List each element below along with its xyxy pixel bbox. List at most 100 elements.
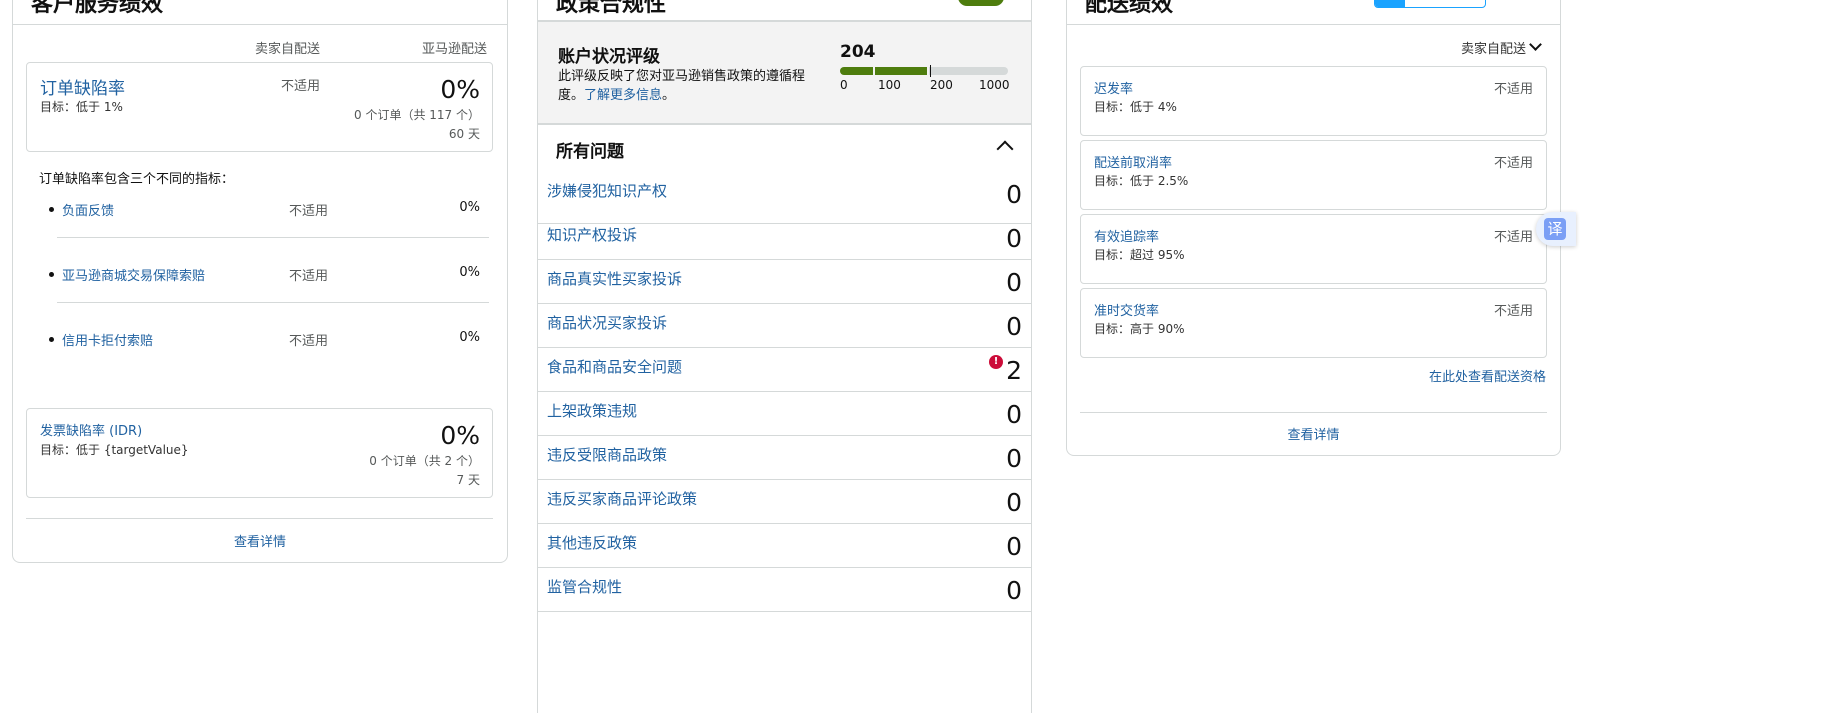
dropdown-value: 卖家自配送 — [1460, 42, 1526, 57]
odr-order-count: 0 个订单（共 117 个） — [354, 108, 480, 122]
issue-row[interactable]: 上架政策违规 0 — [538, 392, 1031, 436]
odr-amazon-value: 0% — [440, 75, 480, 104]
panel-title: 配送绩效 — [1085, 0, 1174, 17]
tick-label: 100 — [878, 78, 901, 92]
list-item: 亚马逊商城交易保障索赔 不适用 0% — [48, 265, 494, 285]
issue-label[interactable]: 知识产权投诉 — [547, 224, 637, 245]
ahr-description: 此评级反映了您对亚马逊销售政策的遵循程度。了解更多信息。 — [558, 67, 818, 105]
panel-header: 客户服务绩效 — [13, 0, 507, 25]
odr-target: 目标：低于 1% — [40, 100, 123, 114]
metric-target: 目标：高于 90% — [1094, 322, 1185, 336]
view-details-link[interactable]: 查看详情 — [13, 531, 507, 550]
issue-row[interactable]: 知识产权投诉 0 — [538, 216, 1031, 260]
order-defect-rate-link[interactable]: 订单缺陷率 — [40, 74, 125, 99]
shipping-performance-panel: 配送绩效 卖家自配送 迟发率 目标：低于 4% 不适用 配送前取消率 目标：低于… — [1066, 0, 1561, 456]
chargeback-claims-link[interactable]: 信用卡拒付索赔 — [48, 330, 153, 349]
learn-more-link[interactable]: 了解更多信息 — [584, 88, 662, 103]
issue-count: 0 — [1006, 268, 1022, 297]
issue-label[interactable]: 上架政策违规 — [547, 400, 637, 421]
chevron-down-icon — [1529, 38, 1542, 51]
issue-count: 0 — [1006, 224, 1022, 253]
a-to-z-claims-link[interactable]: 亚马逊商城交易保障索赔 — [48, 265, 205, 284]
metric-seller-value: 不适用 — [289, 269, 329, 284]
odr-period: 60 天 — [448, 127, 480, 141]
issue-row[interactable]: 违反买家商品评论政策 0 — [538, 480, 1031, 524]
negative-feedback-link[interactable]: 负面反馈 — [48, 200, 114, 219]
fulfillment-dropdown[interactable]: 卖家自配送 — [1460, 38, 1542, 57]
metric-value: 不适用 — [1493, 304, 1533, 319]
odr-seller-value: 不适用 — [281, 79, 321, 94]
valid-tracking-card: 有效追踪率 目标：超过 95% 不适用 — [1080, 214, 1547, 284]
on-time-delivery-rate-link[interactable]: 准时交货率 — [1094, 300, 1159, 319]
ahr-rating-bar — [840, 65, 1008, 77]
late-shipment-rate-link[interactable]: 迟发率 — [1094, 78, 1133, 97]
panel-title: 政策合规性 — [556, 0, 667, 17]
metric-target: 目标：低于 2.5% — [1094, 174, 1189, 188]
tick-label: 1000 — [979, 78, 1010, 92]
idr-value: 0% — [440, 421, 480, 450]
issue-row[interactable]: 食品和商品安全问题 ! 2 — [538, 348, 1031, 392]
alert-icon: ! — [989, 355, 1003, 369]
toggle-switch[interactable] — [1374, 0, 1486, 8]
issue-row[interactable]: 商品真实性买家投诉 0 — [538, 260, 1031, 304]
odr-intro-text: 订单缺陷率包含三个不同的指标： — [39, 172, 235, 187]
ahr-score: 204 — [840, 42, 876, 62]
issue-row[interactable]: 其他违反政策 0 — [538, 524, 1031, 568]
customer-service-panel: 客户服务绩效 卖家自配送 亚马逊配送 订单缺陷率 目标：低于 1% 不适用 0%… — [12, 0, 508, 563]
shipping-eligibility-link[interactable]: 在此处查看配送资格 — [1429, 366, 1546, 385]
issue-label[interactable]: 食品和商品安全问题 — [547, 356, 682, 377]
issue-label[interactable]: 涉嫌侵犯知识产权 — [547, 180, 667, 201]
view-details-link[interactable]: 查看详情 — [1067, 424, 1560, 443]
policy-compliance-panel: 政策合规性 账户状况评级 此评级反映了您对亚马逊销售政策的遵循程度。了解更多信息… — [537, 0, 1032, 713]
all-issues-header[interactable]: 所有问题 — [538, 125, 1031, 169]
issue-row[interactable]: 违反受限商品政策 0 — [538, 436, 1031, 480]
issue-label[interactable]: 监管合规性 — [547, 576, 622, 597]
divider — [26, 518, 493, 519]
list-item: 负面反馈 不适用 0% — [48, 200, 494, 220]
list-item: 信用卡拒付索赔 不适用 0% — [48, 330, 494, 350]
issue-count: 0 — [1006, 312, 1022, 341]
issue-label[interactable]: 商品状况买家投诉 — [547, 312, 667, 333]
ahr-description-suffix: 。 — [662, 88, 676, 103]
metric-value: 不适用 — [1493, 82, 1533, 97]
idr-order-count: 0 个订单（共 2 个） — [369, 454, 480, 468]
idr-target: 目标：低于 {targetValue} — [40, 443, 189, 457]
issue-count: 0 — [1006, 532, 1022, 561]
issue-label[interactable]: 违反受限商品政策 — [547, 444, 667, 465]
issue-row[interactable]: 商品状况买家投诉 0 — [538, 304, 1031, 348]
metric-value: 不适用 — [1493, 230, 1533, 245]
valid-tracking-rate-link[interactable]: 有效追踪率 — [1094, 226, 1159, 245]
issue-count: 0 — [1006, 576, 1022, 605]
bar-segment-low — [840, 67, 873, 75]
issue-label[interactable]: 其他违反政策 — [547, 532, 637, 553]
divider — [57, 302, 489, 303]
bar-segment-high — [929, 67, 1008, 75]
issue-count: 0 — [1006, 488, 1022, 517]
panel-header: 政策合规性 — [538, 0, 1031, 22]
column-header-amazon: 亚马逊配送 — [421, 42, 487, 57]
order-defect-rate-card: 订单缺陷率 目标：低于 1% 不适用 0% 0 个订单（共 117 个） 60 … — [26, 62, 493, 152]
translate-button[interactable]: 译 — [1536, 212, 1576, 246]
metric-amazon-value: 0% — [459, 330, 480, 345]
pre-fulfillment-cancel-rate-link[interactable]: 配送前取消率 — [1094, 152, 1172, 171]
invoice-defect-rate-link[interactable]: 发票缺陷率 (IDR) — [40, 420, 142, 439]
score-marker — [930, 65, 931, 77]
issue-count: 0 — [1006, 444, 1022, 473]
issue-count: 0 — [1006, 400, 1022, 429]
on-time-delivery-card: 准时交货率 目标：高于 90% 不适用 — [1080, 288, 1547, 358]
issue-row[interactable]: 监管合规性 0 — [538, 568, 1031, 612]
issue-label[interactable]: 违反买家商品评论政策 — [547, 488, 697, 509]
issue-count: 0 — [1006, 180, 1022, 209]
ahr-title: 账户状况评级 — [558, 47, 660, 67]
idr-period: 7 天 — [456, 473, 480, 487]
bar-segment-mid — [875, 67, 927, 75]
metric-value: 不适用 — [1493, 156, 1533, 171]
invoice-defect-rate-card: 发票缺陷率 (IDR) 目标：低于 {targetValue} 0% 0 个订单… — [26, 408, 493, 498]
metric-seller-value: 不适用 — [289, 334, 329, 349]
metric-target: 目标：超过 95% — [1094, 248, 1185, 262]
pre-fulfillment-cancel-card: 配送前取消率 目标：低于 2.5% 不适用 — [1080, 140, 1547, 210]
chevron-up-icon[interactable] — [996, 140, 1014, 158]
issue-label[interactable]: 商品真实性买家投诉 — [547, 268, 682, 289]
late-shipment-card: 迟发率 目标：低于 4% 不适用 — [1080, 66, 1547, 136]
status-badge — [958, 0, 1004, 6]
